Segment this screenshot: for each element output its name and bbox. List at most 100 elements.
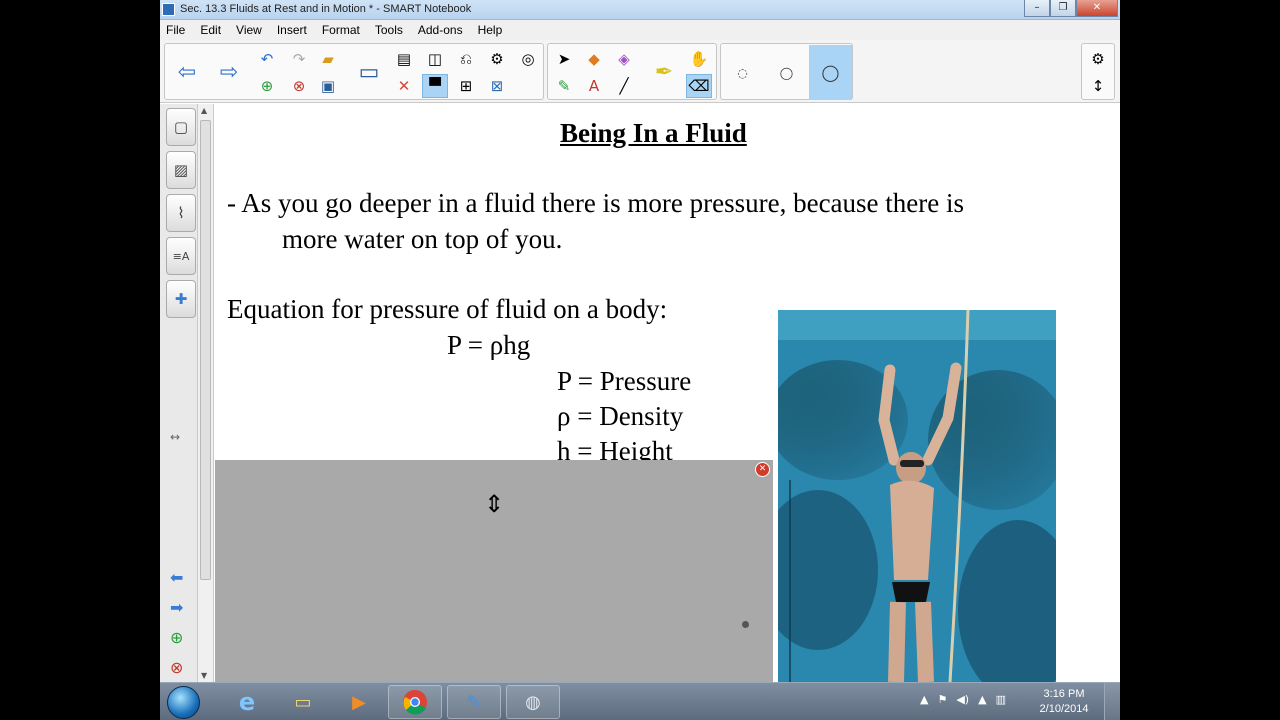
window-title: Sec. 13.3 Fluids at Rest and in Motion *… <box>180 3 472 15</box>
select-arrow-icon[interactable]: ➤ <box>551 47 577 71</box>
menu-help[interactable]: Help <box>478 23 503 37</box>
properties-icon[interactable]: ≡A <box>166 237 196 275</box>
media-player-icon[interactable]: ▶ <box>332 685 386 719</box>
bullet-line-2: more water on top of you. <box>282 224 563 254</box>
cloud-drive-icon[interactable]: ▲ <box>978 693 986 706</box>
display-icon[interactable]: ▭ <box>351 45 387 99</box>
menu-tools[interactable]: Tools <box>375 23 403 37</box>
gallery-icon[interactable]: ▨ <box>166 151 196 189</box>
open-folder-icon[interactable]: ▰ <box>315 47 341 71</box>
clock-time: 3:16 PM <box>1043 688 1085 700</box>
smart-notebook-app-icon <box>162 3 175 16</box>
toolbar-group-tools: ➤ ◆ ◈ ✎ A ╱ ✒ ✋ ⌫ <box>547 43 717 100</box>
sidebar-add-page-icon[interactable]: ⊕ <box>170 628 183 647</box>
network-icon[interactable]: ▥ <box>996 693 1006 706</box>
eraser-small-icon[interactable]: ◌ <box>721 45 764 100</box>
expand-sidebar-icon[interactable]: ↔ <box>170 430 180 444</box>
file-explorer-icon[interactable]: ▭ <box>276 685 330 719</box>
equation-heading: Equation for pressure of fluid on a body… <box>227 294 668 324</box>
equation: P = ρhg <box>447 330 531 360</box>
screen-shade-close-icon[interactable]: ✕ <box>755 462 770 477</box>
menu-file[interactable]: File <box>166 23 185 37</box>
clock-date: 2/10/2014 <box>1039 703 1089 715</box>
creative-pen-icon[interactable]: ✎ <box>551 74 577 98</box>
definition-pressure: P = Pressure <box>557 366 692 396</box>
volume-icon[interactable]: ◀) <box>956 693 969 706</box>
page-sorter-icon[interactable]: ▢ <box>166 108 196 146</box>
shapes-icon[interactable]: ◆ <box>581 47 607 71</box>
diver-illustration <box>778 310 1056 682</box>
sidebar-previous-icon[interactable]: ⬅ <box>170 568 183 587</box>
flag-icon[interactable]: ⚑ <box>937 693 947 706</box>
close-box-icon[interactable]: ⊠ <box>484 74 510 98</box>
scroll-up-icon[interactable]: ▲ <box>201 106 207 115</box>
document-camera-taskbar-icon[interactable]: ◍ <box>506 685 560 719</box>
document-camera-icon[interactable]: ⚙ <box>484 47 510 71</box>
eraser-medium-icon[interactable]: ◯ <box>765 45 808 100</box>
shade-handle-icon[interactable] <box>742 621 749 628</box>
add-page-icon[interactable]: ⊕ <box>254 74 280 98</box>
toolbar-group-page: ⇦ ⇨ ↶ ↷ ▰ ⊕ ⊗ ▣ ▭ ▤ ◫ ⎌ ⚙ ◎ ✕ ▀ ⊞ ⊠ <box>164 43 544 100</box>
screen-capture-icon[interactable]: ◫ <box>422 47 448 71</box>
bullet-line-1: - As you go deeper in a fluid there is m… <box>227 188 965 218</box>
smart-notebook-taskbar-icon[interactable]: ✎ <box>447 685 501 719</box>
title-bar: Sec. 13.3 Fluids at Rest and in Motion *… <box>160 0 1120 20</box>
resize-cursor-icon: ⇕ <box>484 490 505 518</box>
menu-format[interactable]: Format <box>322 23 360 37</box>
add-ons-icon[interactable]: ✚ <box>166 280 196 318</box>
text-icon[interactable]: A <box>581 74 607 98</box>
next-page-icon[interactable]: ⇨ <box>211 45 247 99</box>
maximize-button[interactable]: ❐ <box>1050 0 1076 17</box>
previous-page-icon[interactable]: ⇦ <box>169 45 205 99</box>
eraser-large-icon[interactable]: ◯ <box>809 45 852 100</box>
definition-density: ρ = Density <box>557 401 684 431</box>
start-button[interactable] <box>167 686 200 719</box>
smart-notebook-window: Sec. 13.3 Fluids at Rest and in Motion *… <box>160 0 1120 720</box>
diver-photo[interactable] <box>778 310 1056 682</box>
internet-explorer-icon[interactable]: e <box>220 685 274 719</box>
undo-icon[interactable]: ↶ <box>254 47 280 71</box>
screen-shade[interactable]: ✕ ⇕ <box>215 460 773 682</box>
eraser-shape-icon[interactable]: ◈ <box>611 47 637 71</box>
chrome-logo-icon <box>403 690 427 715</box>
gear-icon[interactable]: ⚙ <box>1085 47 1111 71</box>
show-desktop-button[interactable] <box>1104 683 1120 720</box>
taskbar: e ▭ ▶ ✎ ◍ ▲ ⚑ ◀) ▲ ▥ 3:16 PM 2/10/2014 <box>160 682 1120 720</box>
move-toolbar-icon[interactable]: ↕ <box>1085 74 1111 98</box>
toolbar: ⇦ ⇨ ↶ ↷ ▰ ⊕ ⊗ ▣ ▭ ▤ ◫ ⎌ ⚙ ◎ ✕ ▀ ⊞ ⊠ ➤ ◆ … <box>160 40 1120 103</box>
window-controls: – ❐ ✕ <box>1024 0 1118 18</box>
highlighter-icon[interactable]: ✒ <box>646 45 682 99</box>
chrome-icon[interactable] <box>388 685 442 719</box>
screen-shade-icon[interactable]: ▀ <box>422 74 448 98</box>
toolbar-group-properties: ◌ ◯ ◯ <box>720 43 853 100</box>
delete-icon[interactable]: ✕ <box>391 74 417 98</box>
tray-expand-icon[interactable]: ▲ <box>920 693 928 706</box>
save-icon[interactable]: ▣ <box>315 74 341 98</box>
close-button[interactable]: ✕ <box>1076 0 1118 17</box>
menu-insert[interactable]: Insert <box>277 23 307 37</box>
minimize-button[interactable]: – <box>1024 0 1050 17</box>
menu-addons[interactable]: Add-ons <box>418 23 463 37</box>
delete-page-icon[interactable]: ⊗ <box>286 74 312 98</box>
redo-icon[interactable]: ↷ <box>286 47 312 71</box>
table-icon[interactable]: ⊞ <box>453 74 479 98</box>
eraser-icon[interactable]: ⌫ <box>686 74 712 98</box>
attachments-icon[interactable]: ⌇ <box>166 194 196 232</box>
menu-edit[interactable]: Edit <box>200 23 221 37</box>
undo-page-icon[interactable]: ⎌ <box>453 47 479 71</box>
line-icon[interactable]: ╱ <box>611 74 637 98</box>
side-bar: ▢ ▨ ⌇ ≡A ✚ ↔ ⬅ ➡ ⊕ ⊗ <box>160 104 198 682</box>
menu-view[interactable]: View <box>236 23 262 37</box>
vertical-scrollbar[interactable]: ▲ ▼ <box>198 104 214 682</box>
scrollbar-thumb[interactable] <box>200 120 211 580</box>
magic-pen-icon[interactable]: ✋ <box>686 47 712 71</box>
toolbar-group-settings: ⚙ ↕ <box>1081 43 1115 100</box>
menu-bar: File Edit View Insert Format Tools Add-o… <box>160 20 1120 40</box>
paste-icon[interactable]: ▤ <box>391 47 417 71</box>
scroll-down-icon[interactable]: ▼ <box>201 671 207 680</box>
clock[interactable]: 3:16 PM 2/10/2014 <box>1033 687 1095 717</box>
sidebar-delete-page-icon[interactable]: ⊗ <box>170 658 183 677</box>
sidebar-next-icon[interactable]: ➡ <box>170 598 183 617</box>
web-browser-icon[interactable]: ◎ <box>515 47 541 71</box>
slide-page[interactable]: Being In a Fluid - As you go deeper in a… <box>215 104 1120 682</box>
